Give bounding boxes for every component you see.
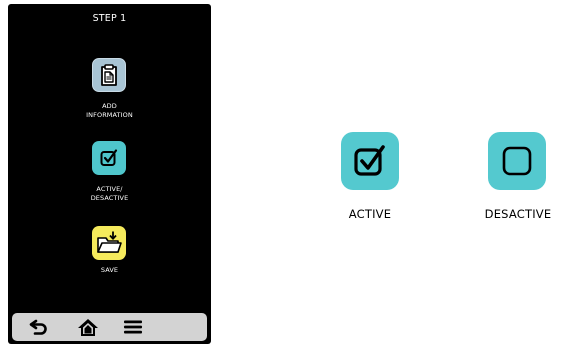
step-title: STEP 1 <box>92 13 127 24</box>
save-label-line1: SAVE <box>100 266 119 274</box>
active-desactive-label-line2: DESACTIVE <box>90 193 129 202</box>
hamburger-menu-icon <box>124 320 142 334</box>
menu-button[interactable] <box>120 316 146 338</box>
active-legend-label: ACTIVE <box>348 207 392 221</box>
checkbox-checked-icon <box>100 149 118 166</box>
active-desactive-button[interactable] <box>92 141 126 175</box>
home-button[interactable] <box>75 316 101 338</box>
add-information-label-line2: INFORMATION <box>86 110 133 119</box>
desactive-legend-label: DESACTIVE <box>484 207 552 221</box>
save-label: SAVE <box>8 266 211 275</box>
save-button[interactable] <box>92 226 126 260</box>
clipboard-icon <box>101 64 117 86</box>
back-button[interactable] <box>26 316 52 338</box>
checkbox-checked-icon <box>354 145 385 176</box>
add-information-label: ADD INFORMATION <box>8 102 211 119</box>
active-desactive-label-line1: ACTIVE/ <box>96 185 123 193</box>
add-information-label-line1: ADD <box>102 102 117 110</box>
phone-screen: STEP 1 ADD INFORMATION ACTIVE/ DESACTIVE… <box>8 4 211 344</box>
desactive-legend-tile <box>488 132 546 190</box>
canvas: STEP 1 ADD INFORMATION ACTIVE/ DESACTIVE… <box>0 0 561 345</box>
back-icon <box>29 319 47 335</box>
folder-download-icon <box>97 231 122 253</box>
checkbox-empty-icon <box>502 146 532 176</box>
active-desactive-label: ACTIVE/ DESACTIVE <box>8 185 211 202</box>
bottom-navigation-bar <box>12 313 207 341</box>
active-legend-tile <box>341 132 399 190</box>
home-icon <box>78 319 98 336</box>
add-information-button[interactable] <box>92 58 126 92</box>
